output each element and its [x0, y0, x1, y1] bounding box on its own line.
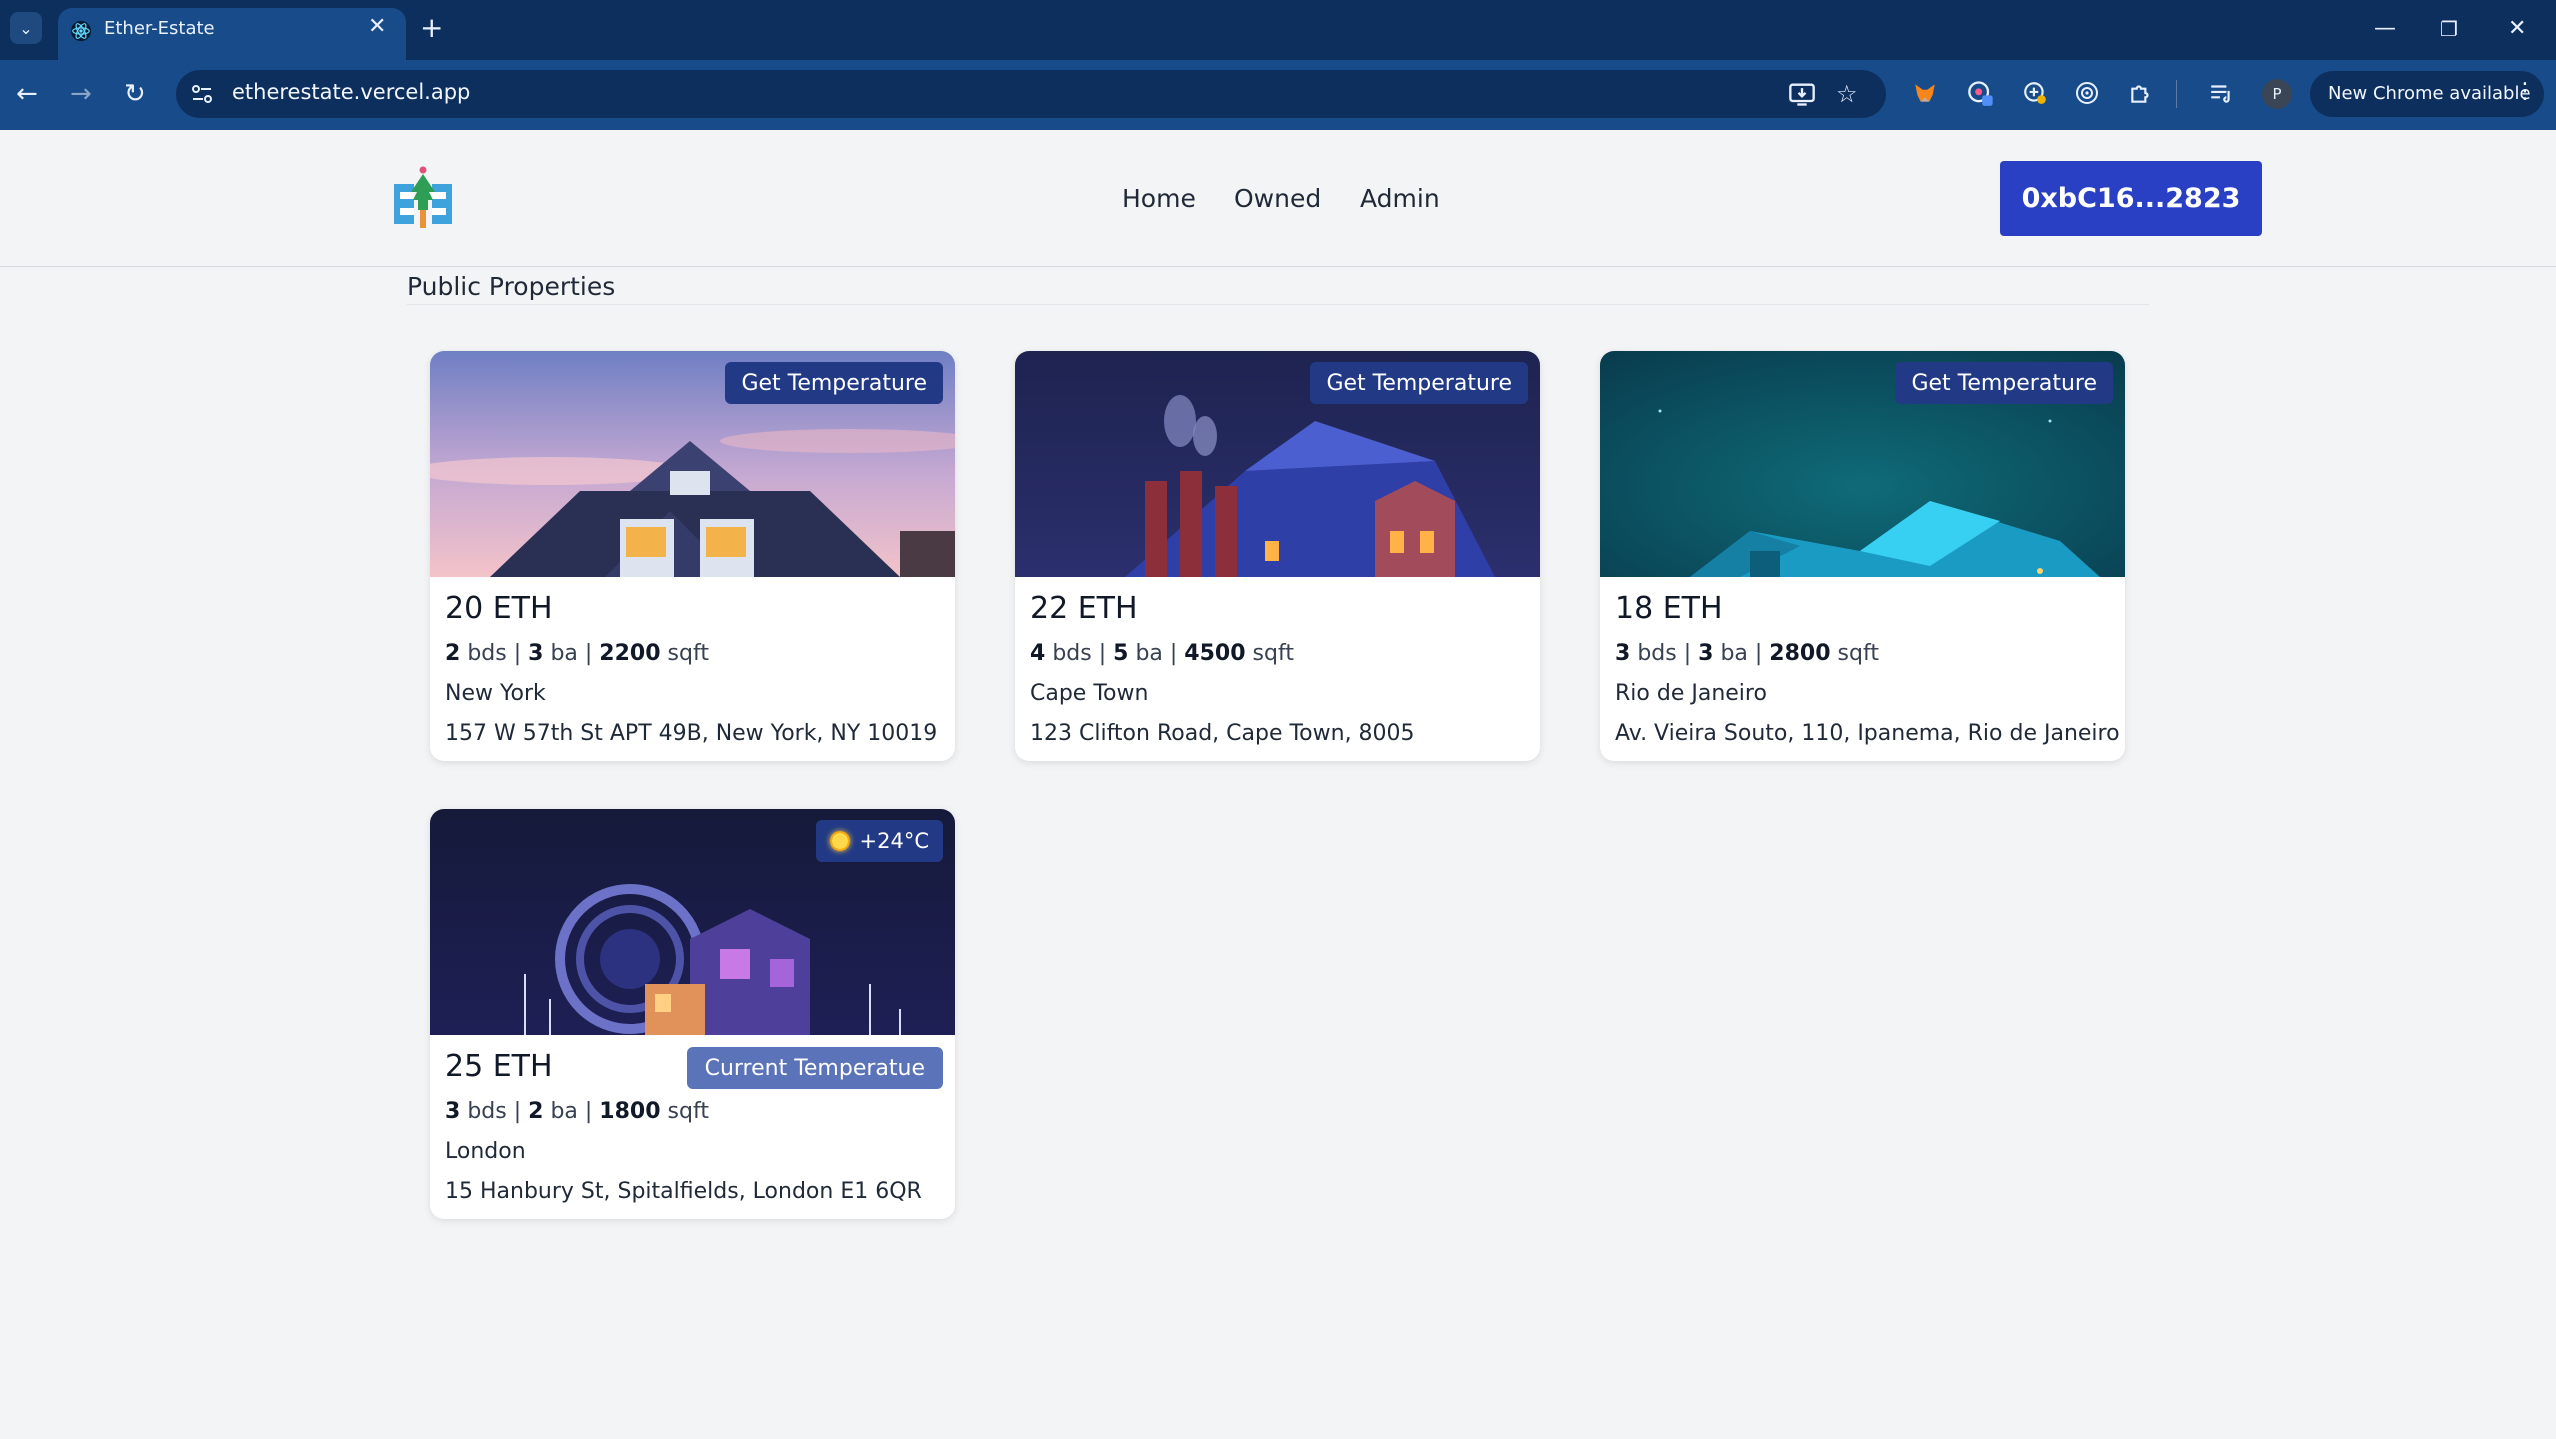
baths-label: ba: [550, 1099, 578, 1124]
property-address: 15 Hanbury St, Spitalfields, London E1 6…: [445, 1179, 922, 1204]
baths-count: 3: [1698, 641, 1714, 666]
baths-label: ba: [1135, 641, 1163, 666]
tab-title: Ether-Estate: [104, 18, 215, 39]
sqft-count: 2200: [599, 641, 661, 666]
sqft-label: sqft: [1252, 641, 1294, 666]
more-menu-icon[interactable]: ⋮: [2514, 80, 2536, 104]
property-address: 123 Clifton Road, Cape Town, 8005: [1030, 721, 1415, 746]
minimize-icon[interactable]: —: [2374, 14, 2396, 44]
star-icon[interactable]: ☆: [1836, 80, 1858, 108]
chrome-update-label: New Chrome available: [2328, 83, 2531, 104]
beds-count: 3: [445, 1099, 461, 1124]
baths-count: 5: [1113, 641, 1129, 666]
property-price: 18 ETH: [1615, 591, 1723, 626]
property-specs: 2 bds | 3 ba | 2200 sqft: [445, 641, 709, 666]
temperature-badge: +24°C: [815, 820, 943, 862]
target-extension-icon[interactable]: [2072, 78, 2102, 108]
beds-count: 2: [445, 641, 461, 666]
tab-close-icon[interactable]: ✕: [368, 14, 386, 39]
sqft-label: sqft: [1837, 641, 1879, 666]
property-city: New York: [445, 681, 546, 706]
current-temperature-button[interactable]: Current Temperatue: [686, 1047, 943, 1089]
property-city: London: [445, 1139, 526, 1164]
wallet-address-button[interactable]: 0xbC16...2823: [2000, 161, 2262, 236]
new-tab-button[interactable]: +: [420, 12, 443, 44]
nav-owned[interactable]: Owned: [1234, 184, 1321, 213]
beds-count: 3: [1615, 641, 1631, 666]
baths-count: 2: [528, 1099, 544, 1124]
beds-label: bds: [1637, 641, 1677, 666]
nav-admin[interactable]: Admin: [1360, 184, 1440, 213]
get-temperature-button[interactable]: Get Temperature: [725, 362, 943, 404]
property-address: 157 W 57th St APT 49B, New York, NY 1001…: [445, 721, 938, 746]
property-card-cape-town[interactable]: Get Temperature 22 ETH 4 bds | 5 ba | 45…: [1015, 351, 1540, 761]
property-specs: 4 bds | 5 ba | 4500 sqft: [1030, 641, 1294, 666]
property-specs: 3 bds | 2 ba | 1800 sqft: [445, 1099, 709, 1124]
react-favicon-icon: [70, 20, 92, 42]
beds-label: bds: [1052, 641, 1092, 666]
get-temperature-button[interactable]: Get Temperature: [1310, 362, 1528, 404]
baths-label: ba: [1720, 641, 1748, 666]
property-card-rio-de-janeiro[interactable]: Get Temperature 18 ETH 3 bds | 3 ba | 28…: [1600, 351, 2125, 761]
property-address: Av. Vieira Souto, 110, Ipanema, Rio de J…: [1615, 721, 2120, 746]
sqft-label: sqft: [667, 641, 709, 666]
restore-icon[interactable]: ❐: [2440, 14, 2458, 44]
property-city: Rio de Janeiro: [1615, 681, 1767, 706]
nav-home[interactable]: Home: [1122, 184, 1196, 213]
chevron-down-icon: ⌄: [19, 18, 33, 38]
reading-list-icon[interactable]: [2206, 78, 2236, 108]
temperature-value: +24°C: [859, 829, 929, 853]
profile-avatar[interactable]: P: [2262, 79, 2292, 109]
metamask-extension-icon[interactable]: [1910, 78, 1940, 108]
tab-search-button[interactable]: ⌄: [10, 12, 42, 44]
property-card-london[interactable]: +24°C 25 ETH Current Temperatue 3 bds | …: [430, 809, 955, 1219]
security-extension-icon[interactable]: [2020, 78, 2050, 108]
sun-icon: [829, 831, 850, 851]
property-city: Cape Town: [1030, 681, 1149, 706]
section-divider: [407, 304, 2149, 305]
get-temperature-button[interactable]: Get Temperature: [1895, 362, 2113, 404]
puzzle-extensions-icon[interactable]: [2126, 78, 2156, 108]
ether-estate-logo[interactable]: [392, 166, 454, 230]
property-card-new-york[interactable]: Get Temperature 20 ETH 2 bds | 3 ba | 22…: [430, 351, 955, 761]
property-specs: 3 bds | 3 ba | 2800 sqft: [1615, 641, 1879, 666]
baths-count: 3: [528, 641, 544, 666]
beds-label: bds: [467, 1099, 507, 1124]
wallet-extension-icon[interactable]: [1966, 78, 1996, 108]
property-price: 22 ETH: [1030, 591, 1138, 626]
toolbar-divider: [2176, 80, 2177, 108]
sqft-count: 4500: [1184, 641, 1246, 666]
section-title: Public Properties: [407, 272, 616, 301]
url-text[interactable]: etherestate.vercel.app: [232, 80, 470, 104]
install-app-icon[interactable]: [1788, 80, 1816, 108]
arrow-left-icon[interactable]: ←: [16, 76, 38, 112]
window-close-icon[interactable]: ✕: [2508, 14, 2526, 44]
reload-icon[interactable]: ↻: [124, 76, 146, 112]
sqft-count: 1800: [599, 1099, 661, 1124]
beds-label: bds: [467, 641, 507, 666]
beds-count: 4: [1030, 641, 1046, 666]
arrow-right-icon[interactable]: →: [70, 76, 92, 112]
property-price: 20 ETH: [445, 591, 553, 626]
baths-label: ba: [550, 641, 578, 666]
property-price: 25 ETH: [445, 1049, 553, 1084]
site-info-icon[interactable]: [190, 82, 214, 106]
sqft-count: 2800: [1769, 641, 1831, 666]
sqft-label: sqft: [667, 1099, 709, 1124]
